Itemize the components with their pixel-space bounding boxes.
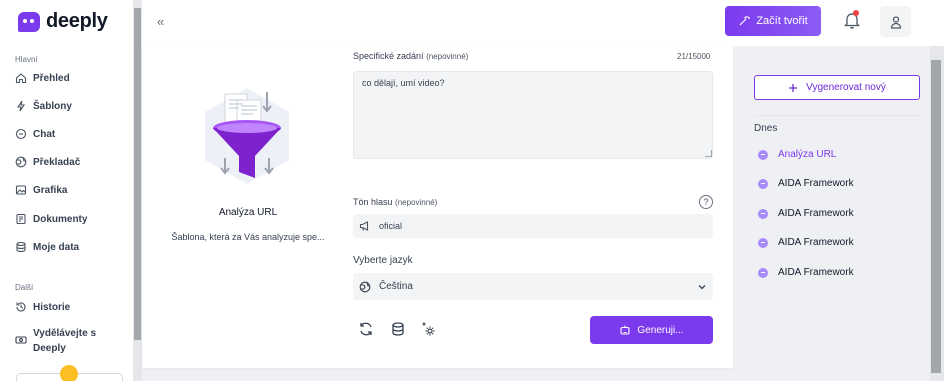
sidebar-scrollbar-thumb[interactable]	[134, 8, 141, 340]
megaphone-icon	[359, 221, 369, 231]
sidebar-item-chat[interactable]: Chat	[15, 128, 55, 140]
document-icon	[15, 213, 27, 225]
history-item[interactable]: AIDA Framework	[758, 237, 854, 248]
sidebar-item-label: Moje data	[33, 241, 80, 253]
sidebar-item-vydelavejte[interactable]: Vydělávejte s Deeply	[15, 326, 103, 356]
collapse-sidebar-button[interactable]: «	[157, 14, 164, 29]
chat-bubble-icon	[758, 208, 768, 219]
chevron-down-icon	[698, 284, 706, 289]
language-label: Vyberte jazyk	[353, 255, 413, 266]
database-icon	[15, 241, 27, 253]
task-label-text: Specifické zadání	[353, 51, 424, 61]
sidebar-item-prehled[interactable]: Přehled	[15, 72, 70, 84]
url-analysis-illustration	[205, 88, 289, 184]
chat-bubble-icon	[758, 149, 768, 160]
history-item-label: AIDA Framework	[778, 208, 854, 219]
help-icon[interactable]: ?	[699, 195, 713, 209]
logo-icon	[18, 11, 40, 32]
chat-bubble-icon	[758, 267, 768, 278]
image-icon	[15, 184, 27, 196]
sidebar-item-label: Dokumenty	[33, 213, 88, 225]
chat-icon	[15, 128, 27, 140]
history-item[interactable]: AIDA Framework	[758, 208, 854, 219]
sidebar-item-label: Chat	[33, 128, 56, 140]
divider	[754, 115, 920, 116]
database-icon[interactable]	[390, 321, 406, 337]
chat-bubble-icon	[758, 237, 768, 248]
app-logo[interactable]: deeply	[18, 10, 108, 33]
history-icon	[15, 301, 27, 313]
tone-input[interactable]: oficial	[353, 214, 713, 238]
task-textarea[interactable]: co dělají, umí video?	[353, 71, 713, 159]
history-item-label: AIDA Framework	[778, 237, 854, 248]
history-item[interactable]: Analýza URL	[758, 149, 836, 160]
resize-handle[interactable]	[705, 150, 712, 157]
sidebar-item-label: Šablony	[33, 100, 72, 112]
sidebar-item-moje-data[interactable]: Moje data	[15, 241, 79, 253]
tone-label-text: Tón hlasu	[353, 197, 393, 207]
top-bar	[142, 0, 944, 46]
generate-button[interactable]: Generuji...	[590, 316, 713, 344]
tone-label: Tón hlasu (nepovinné)	[353, 197, 437, 207]
sidebar-item-dokumenty[interactable]: Dokumenty	[15, 213, 87, 225]
language-value: Čeština	[379, 281, 413, 292]
money-icon	[15, 334, 27, 349]
history-item[interactable]: AIDA Framework	[758, 178, 854, 189]
sidebar-item-prekladac[interactable]: Překladač	[15, 156, 80, 168]
history-item-label: Analýza URL	[778, 149, 837, 160]
sidebar-item-grafika[interactable]: Grafika	[15, 184, 67, 196]
chat-bubble-icon	[758, 178, 768, 189]
sidebar-item-label: Grafika	[33, 184, 68, 196]
robot-icon	[620, 325, 630, 335]
history-group-today: Dnes	[754, 123, 778, 134]
user-profile-button[interactable]	[880, 6, 911, 37]
sidebar-item-sablony[interactable]: Šablony	[15, 100, 72, 112]
cta-label: Začít tvořit	[756, 15, 808, 27]
page-scrollbar-thumb[interactable]	[931, 60, 941, 373]
start-creating-button[interactable]: Začít tvořit	[725, 6, 821, 36]
app-name: deeply	[46, 10, 108, 32]
lightning-icon	[15, 100, 27, 112]
template-name: Analýza URL	[218, 207, 278, 218]
emoji-icon	[60, 365, 78, 381]
char-counter: 21/15000	[677, 52, 711, 61]
sidebar-section-other: Další	[15, 283, 34, 292]
sidebar-item-label: Historie	[33, 301, 71, 313]
history-item[interactable]: AIDA Framework	[758, 267, 854, 278]
history-item-label: AIDA Framework	[778, 267, 854, 278]
globe-icon	[15, 156, 27, 168]
globe-icon	[359, 281, 371, 292]
tone-value: oficial	[379, 221, 403, 231]
sidebar-item-label: Přehled	[33, 72, 70, 84]
sidebar-item-label: Překladač	[33, 156, 81, 168]
generate-new-button[interactable]: Vygenerovat nový	[754, 75, 920, 100]
history-item-label: AIDA Framework	[778, 178, 854, 189]
sidebar-section-main: Hlavní	[15, 55, 38, 64]
notification-dot	[853, 10, 859, 16]
language-select[interactable]: Čeština	[353, 273, 713, 300]
sidebar-item-historie[interactable]: Historie	[15, 301, 70, 313]
user-icon	[890, 15, 901, 29]
task-label: Specifické zadání (nepovinné)	[353, 51, 468, 61]
refresh-icon[interactable]	[358, 321, 374, 337]
optional-hint: (nepovinné)	[426, 52, 469, 61]
sidebar-item-label: Vydělávejte s Deeply	[33, 328, 97, 354]
home-icon	[15, 72, 27, 84]
settings-sparkle-icon[interactable]	[421, 321, 437, 337]
plus-icon	[789, 83, 798, 92]
optional-hint: (nepovinné)	[395, 198, 438, 207]
generate-new-label: Vygenerovat nový	[806, 82, 886, 93]
generate-label: Generuji...	[637, 324, 684, 336]
magic-wand-icon	[739, 16, 751, 26]
template-description: Šablona, která za Vás analyzuje spe...	[171, 232, 325, 242]
